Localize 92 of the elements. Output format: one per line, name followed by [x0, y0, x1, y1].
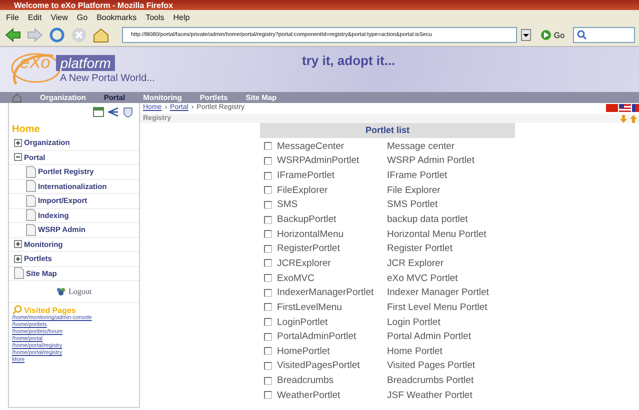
table-cell-text: BackupPortlet [277, 214, 338, 226]
search-field[interactable] [572, 27, 635, 43]
table-cell: Indexer Manager Portlet [387, 287, 489, 298]
table-cell: backup data portlet [387, 214, 468, 226]
checkbox[interactable] [264, 362, 272, 370]
page-icon [26, 209, 36, 222]
table-cell: First Level Menu Portlet [387, 302, 488, 313]
menu-item[interactable]: Go [76, 13, 88, 24]
logout-link[interactable]: Logout [9, 281, 139, 302]
slogan: try it, adopt it... [302, 53, 396, 70]
menu-item[interactable]: Tools [146, 13, 164, 24]
table-cell: IFrame Portlet [387, 170, 448, 182]
checkbox[interactable] [264, 347, 272, 356]
table-cell-text: PortalAdminPortlet [277, 331, 358, 342]
menu-item[interactable]: View [50, 13, 68, 24]
share-icon[interactable] [108, 107, 119, 117]
sidebar-title: Home [11, 123, 41, 136]
checkbox[interactable] [264, 376, 272, 385]
page-icon [26, 194, 36, 207]
table-cell-text: IndexerManagerPortlet [277, 287, 375, 298]
checkbox[interactable] [264, 303, 272, 312]
page-icon [14, 267, 24, 280]
checkbox[interactable] [264, 259, 272, 268]
dropdown-icon[interactable] [520, 29, 531, 41]
table-cell-text: HomePortlet [277, 346, 331, 357]
table-cell-text: VisitedPagesPortlet [277, 360, 361, 372]
table-cell: Home Portlet [387, 346, 442, 357]
back-icon[interactable] [4, 27, 22, 43]
layout-icon[interactable] [93, 107, 104, 117]
table-header: Portlet list [260, 123, 515, 138]
table-cell-text: WeatherPortlet [277, 390, 342, 401]
logo-text: platform [56, 55, 115, 71]
flag-icon[interactable] [619, 104, 631, 112]
table-cell: Breadcrumbs Portlet [387, 375, 474, 386]
checkbox[interactable] [264, 216, 272, 224]
menu-item[interactable]: File [6, 13, 19, 24]
table-cell-text: ExoMVC [277, 272, 316, 284]
table-cell-text: MessageCenter [277, 140, 346, 152]
checkbox[interactable] [264, 200, 272, 209]
checkbox[interactable] [264, 244, 272, 253]
table-cell-text: FirstLevelMenu [277, 302, 343, 313]
checkbox[interactable] [264, 186, 272, 194]
go-button[interactable]: Go [540, 30, 565, 40]
table-cell: Message center [387, 140, 455, 152]
table-cell: eXo MVC Portlet [387, 272, 458, 284]
tagline: A New Portal World... [60, 73, 156, 84]
table-cell-text: WSRPAdminPortlet [277, 155, 360, 166]
magnifier-icon [12, 305, 22, 315]
table-cell: SMS Portlet [387, 199, 438, 210]
checkbox[interactable] [264, 318, 272, 326]
table-cell-text: SMS [277, 199, 299, 210]
table-cell-text: LoginPortlet [277, 316, 329, 328]
shield-icon[interactable] [123, 107, 133, 118]
table-cell: Horizontal Menu Portlet [387, 228, 486, 240]
menu-item[interactable]: Edit [28, 13, 42, 24]
table-cell-text: IFramePortlet [277, 170, 336, 182]
people-icon [56, 287, 66, 296]
table-cell-text: RegisterPortlet [277, 243, 341, 254]
expand-icon[interactable] [14, 138, 22, 147]
table-cell-text: JCRExplorer [277, 258, 332, 269]
go-icon [540, 30, 551, 40]
expand-icon[interactable] [14, 240, 22, 248]
checkbox[interactable] [264, 274, 272, 282]
page-icon [26, 180, 36, 192]
menu-item[interactable]: Help [173, 13, 190, 24]
table-cell: JSF Weather Portlet [387, 390, 472, 401]
table-cell: Register Portlet [387, 243, 452, 254]
table-cell-text: Breadcrumbs [277, 375, 334, 386]
window-title: Welcome to eXo Platform - Mozilla Firefox [14, 0, 173, 10]
checkbox[interactable] [264, 391, 272, 400]
table-cell: WSRP Admin Portlet [387, 155, 474, 166]
table-cell-text: FileExplorer [277, 184, 329, 196]
page-icon [26, 224, 36, 236]
table-cell: File Explorer [387, 184, 440, 196]
collapse-icon[interactable] [14, 153, 22, 162]
checkbox[interactable] [264, 288, 272, 297]
table-cell: JCR Explorer [387, 258, 444, 269]
menu-item[interactable]: Bookmarks [96, 13, 137, 24]
table-cell-text: HorizontalMenu [277, 228, 345, 240]
table-cell: Visited Pages Portlet [387, 360, 476, 372]
checkbox[interactable] [264, 156, 272, 165]
checkbox[interactable] [264, 172, 272, 180]
page-icon [26, 166, 36, 178]
expand-icon[interactable] [14, 254, 22, 263]
home-icon[interactable] [92, 27, 110, 43]
checkbox[interactable] [264, 332, 272, 341]
table-cell: Portal Admin Portlet [387, 331, 471, 342]
checkbox[interactable] [264, 230, 272, 238]
checkbox[interactable] [264, 142, 272, 150]
section-title: Visited Pages [24, 306, 76, 314]
table-cell: Login Portlet [387, 316, 440, 328]
search-icon [576, 30, 587, 40]
